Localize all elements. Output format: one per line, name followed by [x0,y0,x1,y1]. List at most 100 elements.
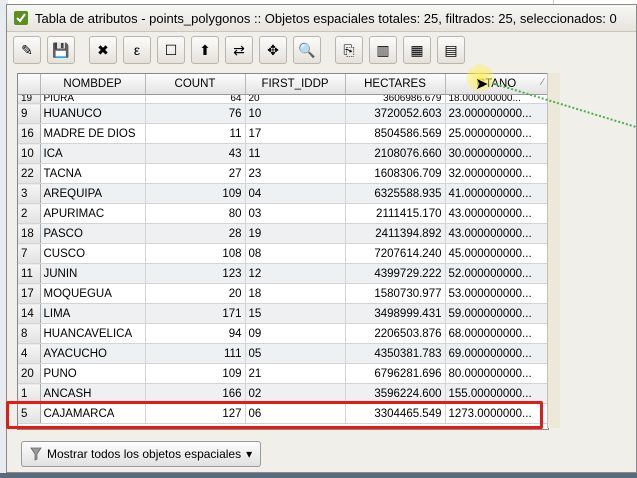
delete-column-button[interactable]: ▦ [403,36,431,64]
row-header[interactable]: 11 [18,263,41,284]
row-header[interactable]: 16 [18,123,41,144]
cell-nombdep[interactable]: PASCO [40,223,146,244]
invert-selection-button[interactable]: ⇄ [225,36,253,64]
table-row[interactable]: 11 JUNIN 123 12 4399729.222 52.000000000... [18,263,548,284]
cell-ctano[interactable]: 25.000000000... [445,123,548,144]
cell-ctano[interactable]: 68.000000000... [445,323,548,344]
cell-count[interactable]: 20 [145,283,246,304]
table-row[interactable]: 3 AREQUIPA 109 04 6325588.935 41.000000000... [18,183,548,204]
table-row-partial[interactable]: 19 PIURA 64 20 3606986.679 18.000000000.… [18,94,548,104]
copy-rows-button[interactable]: ⎘ [335,36,363,64]
table-row[interactable]: 10 ICA 43 11 2108076.660 30.000000000... [18,143,548,164]
toggle-edit-button[interactable]: ✎ [13,36,41,64]
cell-first-iddp[interactable]: 04 [245,183,346,204]
row-header[interactable]: 20 [18,363,41,384]
table-row[interactable]: 4 AYACUCHO 111 05 4350381.783 69.000000000... [18,343,548,364]
table-row[interactable]: 17 MOQUEGUA 20 18 1580730.977 53.000000000... [18,283,548,304]
cell-hectares[interactable]: 6796281.696 [345,363,446,384]
cell-count[interactable]: 80 [145,203,246,224]
cell-nombdep[interactable]: TACNA [40,163,146,184]
select-by-expression-button[interactable]: ε [123,36,151,64]
cell-hectares[interactable]: 3720052.603 [345,103,446,124]
cell-ctano[interactable]: 53.000000000... [445,283,548,304]
cell-first-iddp[interactable]: 20 [245,94,346,104]
cell-nombdep[interactable]: APURIMAC [40,203,146,224]
column-header-hectares[interactable]: HECTARES [345,74,446,95]
cell-hectares[interactable]: 3498999.431 [345,303,446,324]
cell-ctano[interactable]: 43.000000000... [445,203,548,224]
cell-first-iddp[interactable]: 11 [245,143,346,164]
table-row[interactable]: 16 MADRE DE DIOS 11 17 8504586.569 25.0000000… [18,123,548,144]
table-row[interactable]: 22 TACNA 27 23 1608306.709 32.000000000... [18,163,548,184]
row-header[interactable]: 10 [18,143,41,164]
cell-nombdep[interactable]: AREQUIPA [40,183,146,204]
cell-count[interactable]: 108 [145,243,246,264]
cell-nombdep[interactable]: CUSCO [40,243,146,264]
column-header-count[interactable]: COUNT [145,74,246,95]
row-header[interactable]: 17 [18,283,41,304]
cell-count[interactable]: 111 [145,343,246,364]
table-row[interactable]: 18 PASCO 28 19 2411394.892 43.000000000... [18,223,548,244]
save-edits-button[interactable]: 💾 [47,36,75,64]
table-row[interactable]: 8 HUANCAVELICA 94 09 2206503.876 68.000000000… [18,323,548,344]
attribute-table[interactable]: NOMBDEP COUNT FIRST_IDDP HECTARES CTANO … [17,73,549,430]
cell-hectares[interactable]: 2111415.170 [345,203,446,224]
table-row[interactable]: 2 APURIMAC 80 03 2111415.170 43.000000000... [18,203,548,224]
cell-ctano[interactable]: 52.000000000... [445,263,548,284]
row-header[interactable]: 4 [18,343,41,364]
cell-hectares[interactable]: 1608306.709 [345,163,446,184]
cell-first-iddp[interactable]: 10 [245,103,346,124]
cell-nombdep[interactable]: MADRE DE DIOS [40,123,146,144]
cell-ctano[interactable]: 30.000000000... [445,143,548,164]
cell-first-iddp[interactable]: 17 [245,123,346,144]
cell-hectares[interactable]: 4399729.222 [345,263,446,284]
row-header[interactable]: 8 [18,323,41,344]
cell-nombdep[interactable]: PIURA [40,94,146,104]
cell-nombdep[interactable]: PUNO [40,363,146,384]
cell-ctano[interactable]: 23.000000000... [445,103,548,124]
cell-count[interactable]: 171 [145,303,246,324]
cell-hectares[interactable]: 3606986.679 [345,94,446,104]
cell-nombdep[interactable]: HUANUCO [40,103,146,124]
unselect-all-button[interactable]: ☐ [157,36,185,64]
cell-nombdep[interactable]: HUANCAVELICA [40,323,146,344]
row-header[interactable]: 18 [18,223,41,244]
cell-nombdep[interactable]: JUNIN [40,263,146,284]
cell-nombdep[interactable]: LIMA [40,303,146,324]
cell-first-iddp[interactable]: 23 [245,163,346,184]
field-calculator-button[interactable]: ▤ [437,36,465,64]
row-header[interactable]: 3 [18,183,41,204]
cell-count[interactable]: 11 [145,123,246,144]
filter-dropdown-button[interactable]: Mostrar todos los objetos espaciales ▾ [21,441,262,467]
table-row[interactable]: 14 LIMA 171 15 3498999.431 59.000000000... [18,303,548,324]
cell-hectares[interactable]: 2108076.660 [345,143,446,164]
cell-hectares[interactable]: 1580730.977 [345,283,446,304]
cell-count[interactable]: 123 [145,263,246,284]
delete-selected-button[interactable]: ✖ [89,36,117,64]
row-header[interactable]: 19 [18,94,41,104]
pan-to-selected-button[interactable]: ✥ [259,36,287,64]
cell-ctano[interactable]: 80.000000000... [445,363,548,384]
cell-hectares[interactable]: 2206503.876 [345,323,446,344]
cell-first-iddp[interactable]: 09 [245,323,346,344]
table-row[interactable]: 7 CUSCO 108 08 7207614.240 45.000000000... [18,243,548,264]
cell-ctano[interactable]: 59.000000000... [445,303,548,324]
cell-ctano[interactable]: 43.000000000... [445,223,548,244]
cell-first-iddp[interactable]: 12 [245,263,346,284]
cell-first-iddp[interactable]: 15 [245,303,346,324]
cell-first-iddp[interactable]: 21 [245,363,346,384]
cell-first-iddp[interactable]: 18 [245,283,346,304]
cell-first-iddp[interactable]: 08 [245,243,346,264]
cell-ctano[interactable]: 41.000000000... [445,183,548,204]
cell-hectares[interactable]: 7207614.240 [345,243,446,264]
cell-count[interactable]: 94 [145,323,246,344]
table-row[interactable]: 20 PUNO 109 21 6796281.696 80.000000000... [18,363,548,384]
cell-count[interactable]: 109 [145,183,246,204]
cell-count[interactable]: 43 [145,143,246,164]
row-header[interactable]: 9 [18,103,41,124]
cell-hectares[interactable]: 6325588.935 [345,183,446,204]
cell-hectares[interactable]: 8504586.569 [345,123,446,144]
corner-header[interactable] [18,74,41,95]
row-header[interactable]: 2 [18,203,41,224]
cell-ctano[interactable]: 45.000000000... [445,243,548,264]
